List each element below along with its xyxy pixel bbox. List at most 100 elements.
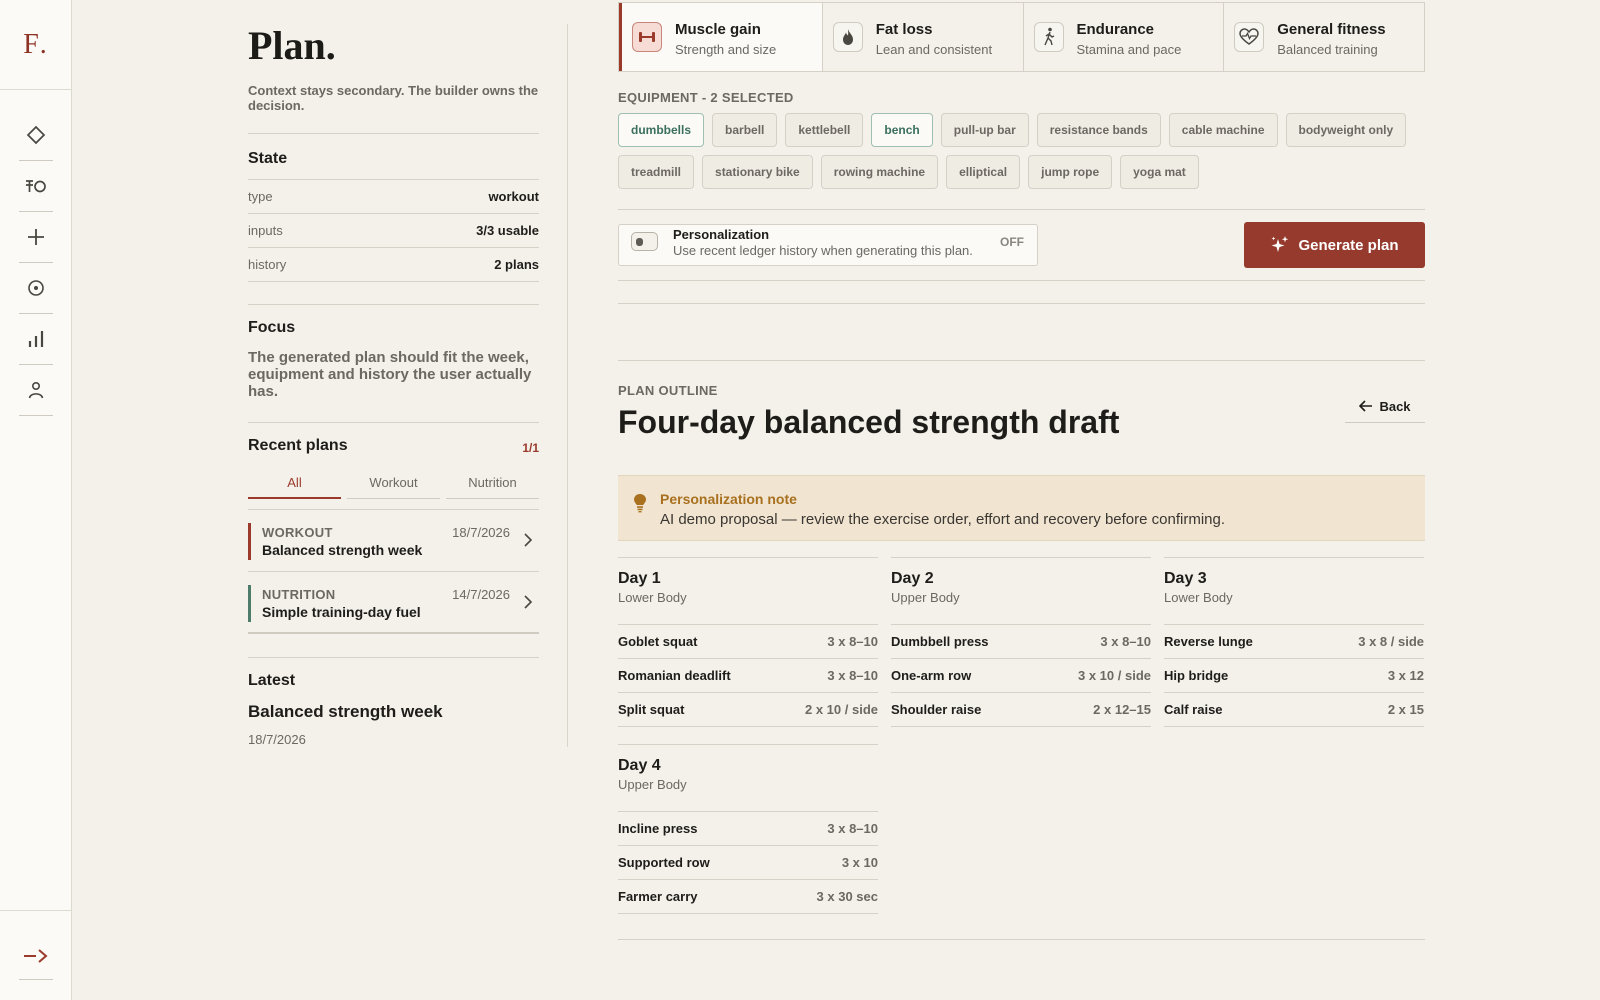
state-key: history	[248, 257, 287, 272]
nav-add-button[interactable]	[19, 212, 53, 263]
latest-plan-name: Balanced strength week	[248, 702, 443, 721]
personalization-state: OFF	[1000, 235, 1024, 249]
nav-workouts-button[interactable]	[19, 161, 53, 212]
goal-option-endurance[interactable]: Endurance Stamina and pace	[1024, 3, 1225, 71]
tab-nutrition[interactable]: Nutrition	[446, 464, 539, 499]
day-focus: Upper Body	[891, 590, 960, 605]
exercise-sets: 2 x 12–15	[1093, 702, 1151, 717]
exercise-name: Goblet squat	[618, 634, 698, 649]
exercise-sets: 3 x 10	[841, 855, 878, 870]
logout-button[interactable]	[19, 933, 53, 980]
goal-option-fat-loss[interactable]: Fat loss Lean and consistent	[823, 3, 1024, 71]
recent-plan-item[interactable]: WORKOUT 18/7/2026 Balanced strength week	[248, 510, 539, 572]
equipment-chip-bench[interactable]: bench	[871, 113, 933, 147]
plan-date: 14/7/2026	[452, 587, 510, 602]
divider	[248, 422, 539, 423]
latest-plan-date: 18/7/2026	[248, 732, 306, 747]
exercise-name: Supported row	[618, 855, 710, 870]
equipment-chip-dumbbells[interactable]: dumbbells	[618, 113, 705, 147]
exercise-sets: 3 x 8–10	[827, 634, 878, 649]
state-row-history: history 2 plans	[248, 248, 539, 282]
equipment-chip-pull-up-bar[interactable]: pull-up bar	[940, 113, 1029, 147]
tab-all[interactable]: All	[248, 464, 341, 499]
equipment-chip-rowing-machine[interactable]: rowing machine	[820, 155, 939, 189]
nav-home-button[interactable]	[19, 110, 53, 161]
exercise-row: Reverse lunge 3 x 8 / side	[1164, 625, 1424, 659]
back-button[interactable]: Back	[1345, 390, 1425, 423]
bar-chart-icon	[26, 329, 46, 349]
app-logo[interactable]: F.	[0, 0, 71, 90]
day-focus: Lower Body	[1164, 590, 1233, 605]
day-title: Day 1	[618, 570, 661, 587]
column-divider	[567, 24, 568, 747]
state-value: 2 plans	[494, 257, 539, 272]
category-color-bar	[248, 523, 251, 560]
exercise-row: One-arm row 3 x 10 / side	[891, 659, 1151, 693]
exercise-list: Dumbbell press 3 x 8–10 One-arm row 3 x 10…	[891, 624, 1151, 727]
chevron-right-icon	[523, 533, 533, 547]
equipment-chip-kettlebell[interactable]: kettlebell	[785, 113, 864, 147]
exercise-sets: 2 x 15	[1387, 702, 1424, 717]
exercise-list: Goblet squat 3 x 8–10 Romanian deadlift 3 …	[618, 624, 878, 727]
latest-heading: Latest	[248, 672, 296, 689]
goal-option-general-fitness[interactable]: General fitness Balanced training	[1224, 3, 1424, 71]
chevron-right-icon	[523, 595, 533, 609]
equipment-chip-cable-machine[interactable]: cable machine	[1168, 113, 1278, 147]
equipment-chip-treadmill[interactable]: treadmill	[618, 155, 695, 189]
nav-goals-button[interactable]	[19, 263, 53, 314]
plan-category: NUTRITION	[262, 587, 336, 602]
state-value: workout	[488, 189, 539, 204]
recent-plans-count: 1/1	[522, 441, 539, 455]
personalization-title: Personalization	[673, 227, 770, 242]
exercise-name: Romanian deadlift	[618, 668, 731, 683]
divider	[618, 303, 1425, 304]
exercise-name: One-arm row	[891, 668, 972, 683]
exercise-row: Dumbbell press 3 x 8–10	[891, 625, 1151, 659]
equipment-chips: dumbbells barbell kettlebell bench pull-…	[618, 113, 1425, 189]
goal-title: Fat loss	[875, 21, 933, 38]
focus-text: The generated plan should fit the week, …	[248, 349, 532, 400]
exercise-sets: 3 x 8 / side	[1358, 634, 1424, 649]
goal-subtitle: Strength and size	[675, 42, 777, 57]
toggle-knob	[636, 238, 643, 246]
equipment-chip-stationary-bike[interactable]: stationary bike	[702, 155, 813, 189]
state-row-type: type workout	[248, 180, 539, 214]
personalization-toggle[interactable]	[631, 232, 658, 251]
exercise-sets: 3 x 8–10	[827, 821, 878, 836]
exercise-name: Reverse lunge	[1164, 634, 1253, 649]
goal-title: Endurance	[1076, 21, 1155, 38]
day-focus: Upper Body	[618, 777, 687, 792]
generate-plan-button[interactable]: Generate plan	[1244, 222, 1425, 268]
exercise-row: Shoulder raise 2 x 12–15	[891, 693, 1151, 727]
exercise-sets: 3 x 8–10	[827, 668, 878, 683]
recent-plan-item[interactable]: NUTRITION 14/7/2026 Simple training-day …	[248, 572, 539, 634]
goal-subtitle: Stamina and pace	[1076, 42, 1182, 57]
dumbbell-icon	[632, 22, 662, 52]
exercise-row: Hip bridge 3 x 12	[1164, 659, 1424, 693]
state-key: type	[248, 189, 273, 204]
exercise-name: Farmer carry	[618, 889, 698, 904]
plan-outline-title: Four-day balanced strength draft	[618, 404, 1120, 440]
exercise-sets: 2 x 10 / side	[805, 702, 878, 717]
equipment-chip-resistance-bands[interactable]: resistance bands	[1036, 113, 1161, 147]
note-title: Personalization note	[660, 491, 797, 507]
arrow-left-icon	[1359, 400, 1373, 412]
goal-option-muscle-gain[interactable]: Muscle gain Strength and size	[619, 3, 823, 71]
equipment-chip-barbell[interactable]: barbell	[712, 113, 778, 147]
day-card-3: Day 3 Lower Body Reverse lunge 3 x 8 / si…	[1164, 557, 1424, 730]
day-title: Day 2	[891, 570, 934, 587]
lightbulb-icon	[633, 493, 647, 513]
tab-workout[interactable]: Workout	[347, 464, 440, 499]
target-icon	[26, 278, 46, 298]
nav-profile-button[interactable]	[19, 365, 53, 416]
state-key: inputs	[248, 223, 283, 238]
exercise-row: Supported row 3 x 10	[618, 846, 878, 880]
nav-stats-button[interactable]	[19, 314, 53, 365]
equipment-chip-jump-rope[interactable]: jump rope	[1028, 155, 1113, 189]
plan-category: WORKOUT	[262, 525, 333, 540]
equipment-chip-bodyweight-only[interactable]: bodyweight only	[1285, 113, 1407, 147]
day-title: Day 3	[1164, 570, 1207, 587]
dumbbell-circle-icon	[24, 176, 48, 196]
equipment-chip-elliptical[interactable]: elliptical	[946, 155, 1021, 189]
equipment-chip-yoga-mat[interactable]: yoga mat	[1120, 155, 1199, 189]
